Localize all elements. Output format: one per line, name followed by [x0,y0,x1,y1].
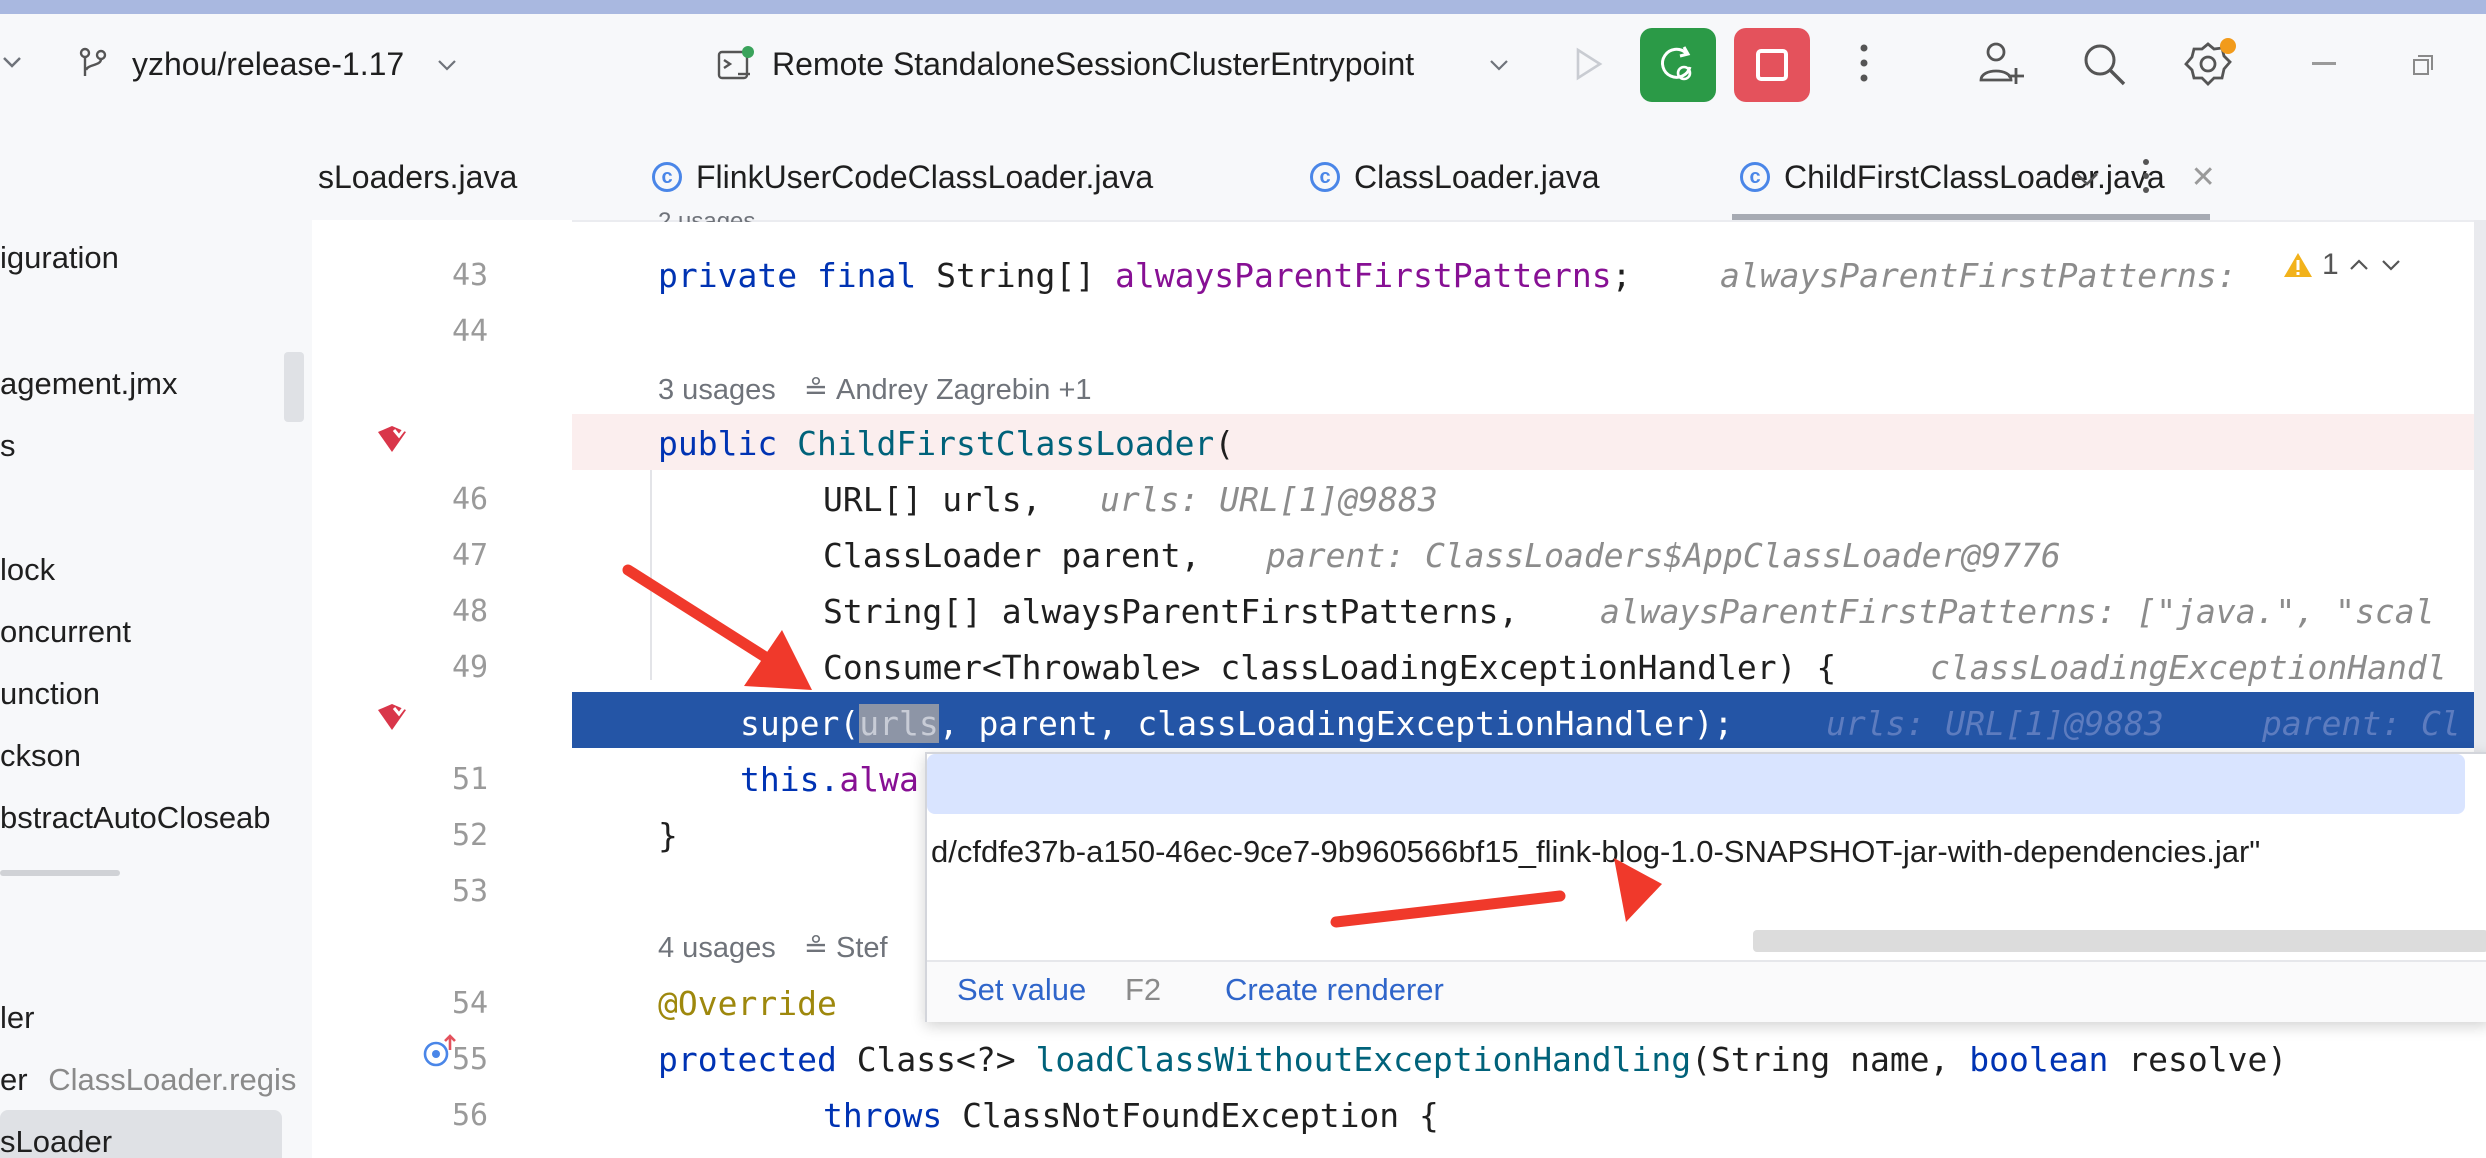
annotation-arrow-1 [622,564,812,690]
annotation-arrows [622,564,1662,928]
annotation-arrow-2 [1330,858,1662,928]
